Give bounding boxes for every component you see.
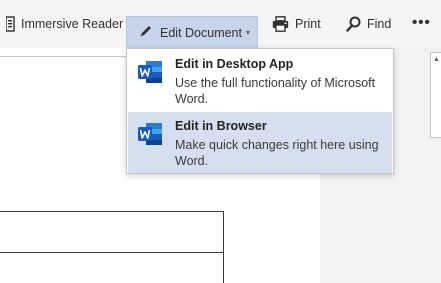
immersive-reader-icon xyxy=(6,16,15,32)
chevron-down-icon: ▾ xyxy=(245,28,250,37)
edit-document-label: Edit Document xyxy=(160,25,242,40)
more-options-button[interactable]: ••• xyxy=(412,11,431,33)
menu-item-title: Edit in Desktop App xyxy=(175,57,294,71)
menu-item-edit-in-desktop-app[interactable]: Edit in Desktop App Use the full functio… xyxy=(128,50,392,111)
word-icon xyxy=(137,59,163,85)
menu-item-edit-in-browser[interactable]: Edit in Browser Make quick changes right… xyxy=(128,112,392,173)
table-border-top xyxy=(0,211,224,212)
immersive-reader-button[interactable]: Immersive Reader xyxy=(0,13,123,35)
find-label: Find xyxy=(367,17,392,31)
word-icon xyxy=(137,121,163,147)
menu-item-title: Edit in Browser xyxy=(175,119,267,133)
edit-document-menu: Edit in Desktop App Use the full functio… xyxy=(126,48,394,174)
search-icon xyxy=(346,16,361,32)
scroll-up-arrow-icon[interactable]: ▲ xyxy=(433,56,440,63)
pencil-icon xyxy=(139,24,153,41)
print-label: Print xyxy=(295,17,321,31)
find-button[interactable]: Find xyxy=(346,13,391,35)
printer-icon xyxy=(272,16,289,32)
table-border-right xyxy=(223,211,224,283)
immersive-reader-label: Immersive Reader xyxy=(21,17,124,31)
ribbon-toolbar: Immersive Reader Edit Document ▾ Print F… xyxy=(0,0,441,48)
edit-document-button[interactable]: Edit Document ▾ xyxy=(126,16,258,48)
side-scroll-panel[interactable]: ▲ xyxy=(430,52,441,138)
print-button[interactable]: Print xyxy=(272,13,321,35)
menu-item-description: Use the full functionality of Microsoft … xyxy=(175,76,376,106)
table-border-middle xyxy=(0,252,224,253)
menu-item-description: Make quick changes right here using Word… xyxy=(175,138,379,168)
